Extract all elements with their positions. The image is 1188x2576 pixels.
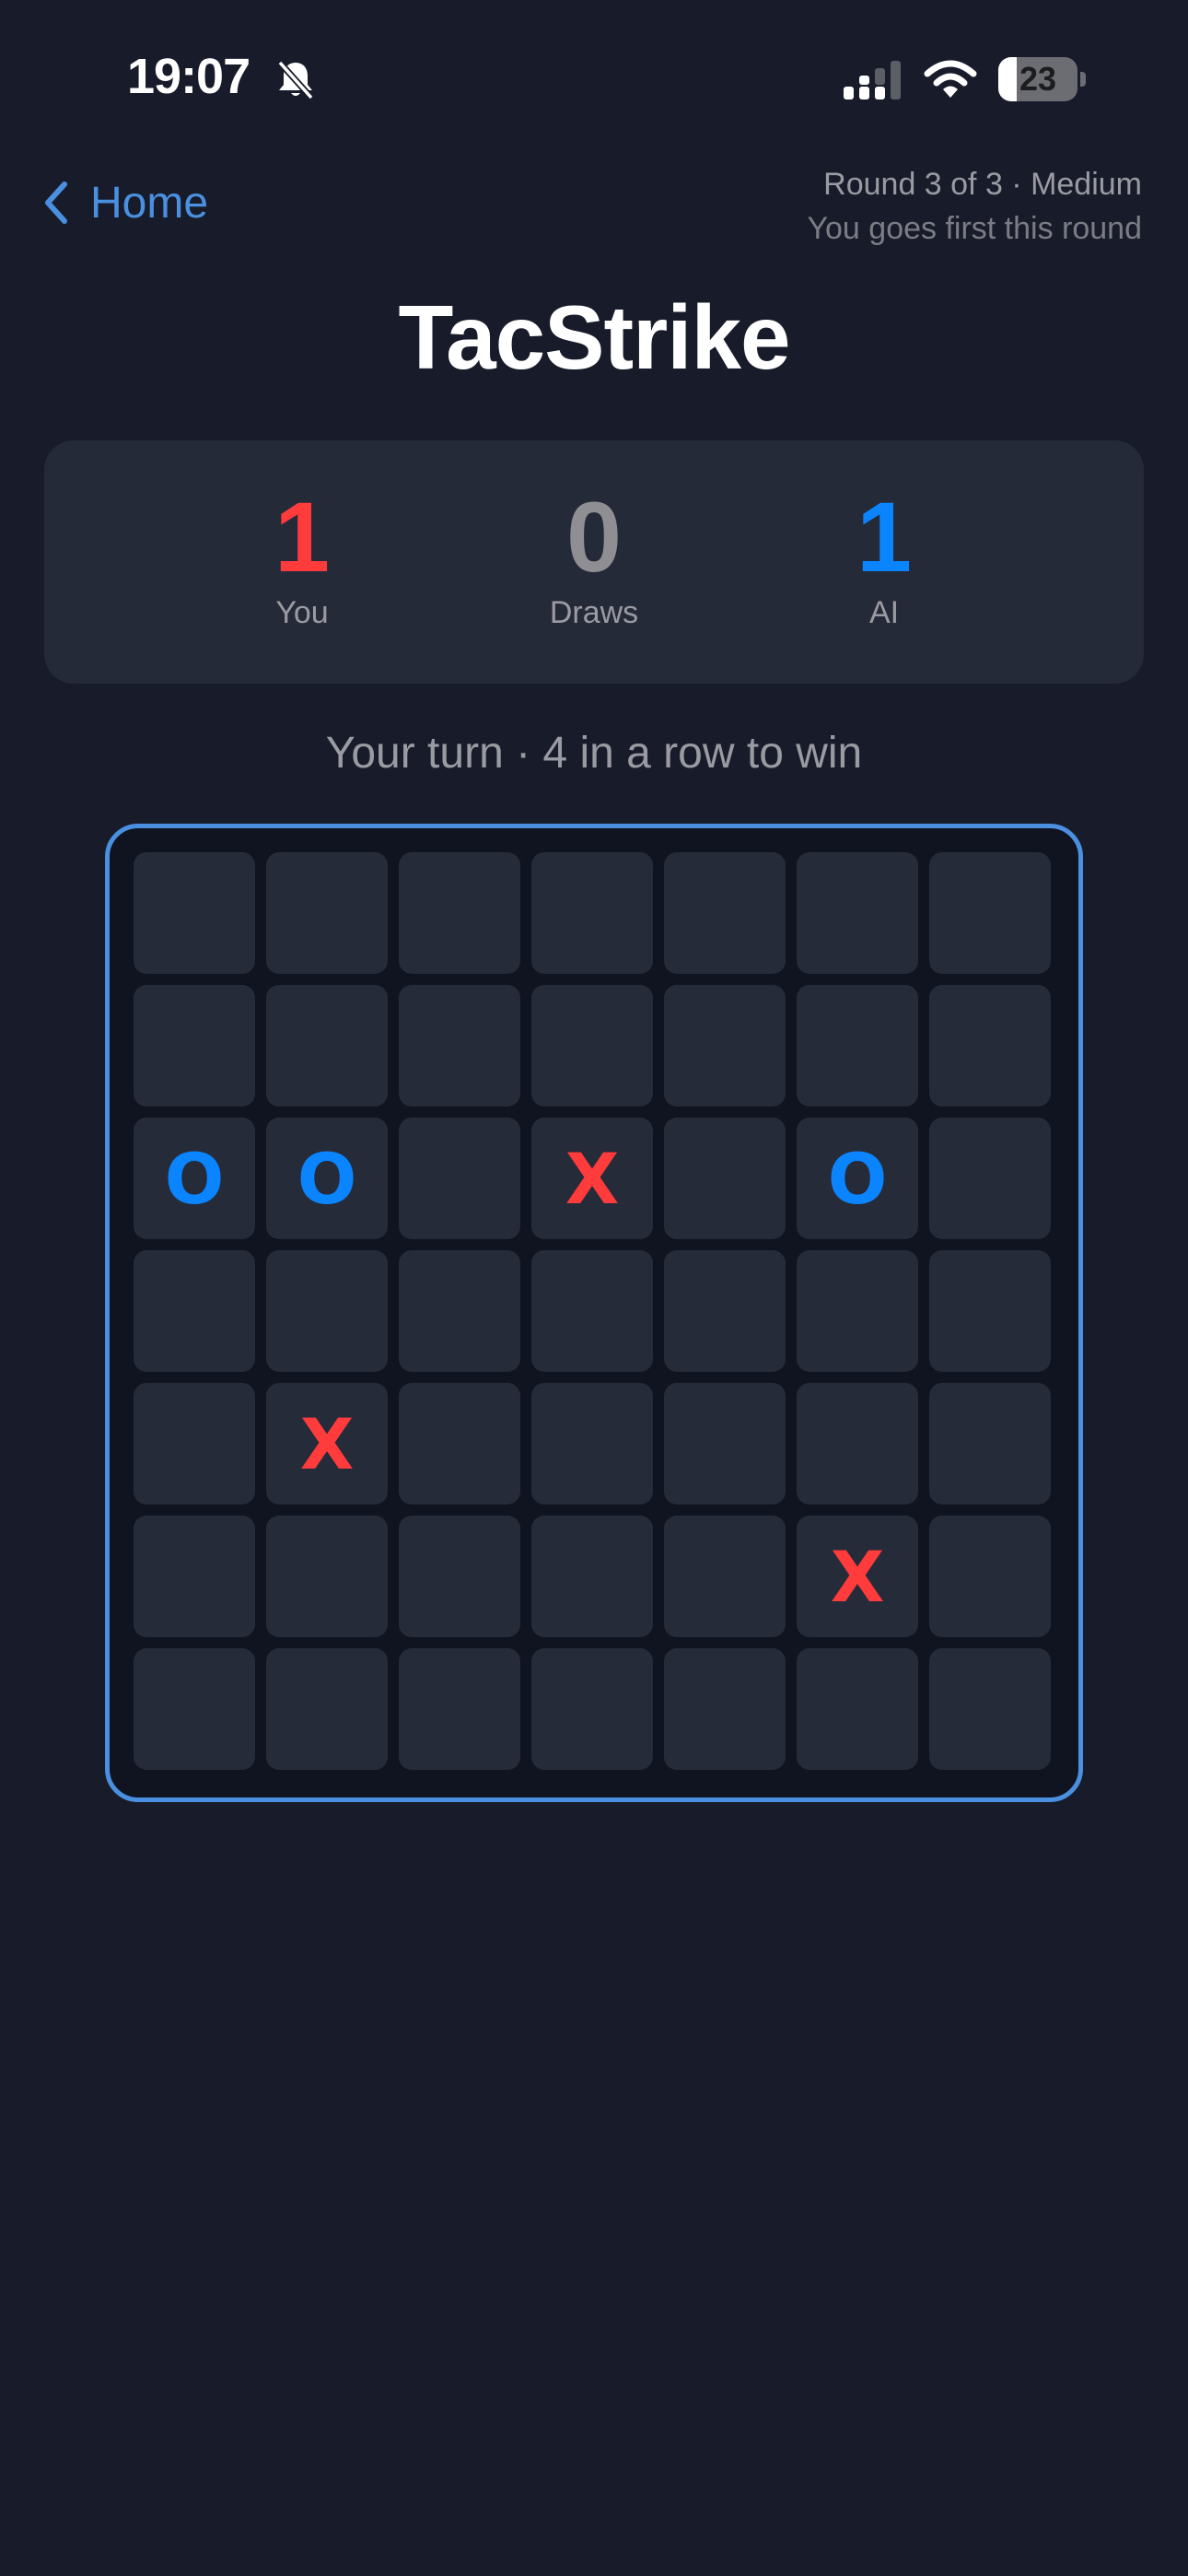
score-ai: 1 AI <box>746 483 1022 631</box>
board-cell-r0-c0[interactable] <box>134 852 255 974</box>
board-cell-r1-c4[interactable] <box>664 985 786 1107</box>
board-cell-r4-c1[interactable]: X <box>266 1383 388 1505</box>
board-cell-r4-c0[interactable] <box>134 1383 255 1505</box>
board-cell-r6-c4[interactable] <box>664 1648 786 1770</box>
wifi-icon <box>924 60 977 98</box>
board-cell-r1-c2[interactable] <box>399 985 520 1107</box>
board-cell-r3-c0[interactable] <box>134 1250 255 1372</box>
board-cell-r6-c0[interactable] <box>134 1648 255 1770</box>
board-cell-r2-c3[interactable]: X <box>531 1118 653 1239</box>
board-cell-r4-c6[interactable] <box>929 1383 1051 1505</box>
board-cell-r3-c6[interactable] <box>929 1250 1051 1372</box>
board-cell-r6-c2[interactable] <box>399 1648 520 1770</box>
board-cell-r2-c1[interactable]: O <box>266 1118 388 1239</box>
board-cell-r1-c0[interactable] <box>134 985 255 1107</box>
battery-icon: 23 <box>998 57 1086 101</box>
scoreboard: 1 You 0 Draws 1 AI <box>44 440 1144 684</box>
board-cell-r0-c3[interactable] <box>531 852 653 974</box>
board-cell-r3-c4[interactable] <box>664 1250 786 1372</box>
round-info-label: Round 3 of 3 · Medium <box>823 167 1142 202</box>
board-cell-r3-c2[interactable] <box>399 1250 520 1372</box>
board-cell-r2-c5[interactable]: O <box>797 1118 918 1239</box>
page-title: TacStrike <box>398 287 791 388</box>
turn-status: Your turn · 4 in a row to win <box>325 729 863 778</box>
board-cell-r4-c5[interactable] <box>797 1383 918 1505</box>
board-cell-r1-c6[interactable] <box>929 985 1051 1107</box>
board-cell-r6-c5[interactable] <box>797 1648 918 1770</box>
board-cell-r1-c1[interactable] <box>266 985 388 1107</box>
round-info: Round 3 of 3 · Medium You goes first thi… <box>807 162 1142 251</box>
score-ai-value: 1 <box>856 481 913 592</box>
board-cell-r0-c1[interactable] <box>266 852 388 974</box>
game-board: OOXOXX <box>105 824 1083 1802</box>
status-bar: 19:07 23 <box>0 0 1188 157</box>
board-cell-r5-c2[interactable] <box>399 1516 520 1637</box>
back-label: Home <box>90 178 209 228</box>
first-player-info: You goes first this round <box>807 211 1142 246</box>
cellular-signal-icon <box>844 61 901 100</box>
board-cell-r2-c6[interactable] <box>929 1118 1051 1239</box>
home-back-button[interactable]: Home <box>42 175 208 230</box>
board-cell-r0-c6[interactable] <box>929 852 1051 974</box>
board-cell-r4-c3[interactable] <box>531 1383 653 1505</box>
score-you-label: You <box>275 595 329 630</box>
board-cell-r5-c6[interactable] <box>929 1516 1051 1637</box>
score-draws-value: 0 <box>565 481 623 592</box>
board-cell-r3-c3[interactable] <box>531 1250 653 1372</box>
board-cell-r5-c0[interactable] <box>134 1516 255 1637</box>
board-cell-r5-c4[interactable] <box>664 1516 786 1637</box>
board-cell-r0-c4[interactable] <box>664 852 786 974</box>
board-cell-r5-c5[interactable]: X <box>797 1516 918 1637</box>
board-cell-r2-c2[interactable] <box>399 1118 520 1239</box>
board-cell-r6-c6[interactable] <box>929 1648 1051 1770</box>
battery-level: 23 <box>1019 60 1057 98</box>
board-cell-r1-c5[interactable] <box>797 985 918 1107</box>
chevron-left-icon <box>45 181 67 224</box>
board-cell-r3-c5[interactable] <box>797 1250 918 1372</box>
score-you-value: 1 <box>274 481 331 592</box>
score-draws: 0 Draws <box>456 483 732 631</box>
score-ai-label: AI <box>868 595 900 630</box>
board-cell-r0-c2[interactable] <box>399 852 520 974</box>
status-time: 19:07 <box>127 49 250 104</box>
score-draws-label: Draws <box>549 595 639 630</box>
board-cell-r6-c1[interactable] <box>266 1648 388 1770</box>
board-cell-r1-c3[interactable] <box>531 985 653 1107</box>
board-cell-r5-c1[interactable] <box>266 1516 388 1637</box>
board-cell-r2-c0[interactable]: O <box>134 1118 255 1239</box>
score-you: 1 You <box>164 483 440 631</box>
board-cell-r5-c3[interactable] <box>531 1516 653 1637</box>
bell-slash-icon <box>277 60 314 100</box>
board-cell-r6-c3[interactable] <box>531 1648 653 1770</box>
board-cell-r2-c4[interactable] <box>664 1118 786 1239</box>
board-cell-r4-c4[interactable] <box>664 1383 786 1505</box>
board-cell-r3-c1[interactable] <box>266 1250 388 1372</box>
board-cell-r0-c5[interactable] <box>797 852 918 974</box>
board-cell-r4-c2[interactable] <box>399 1383 520 1505</box>
